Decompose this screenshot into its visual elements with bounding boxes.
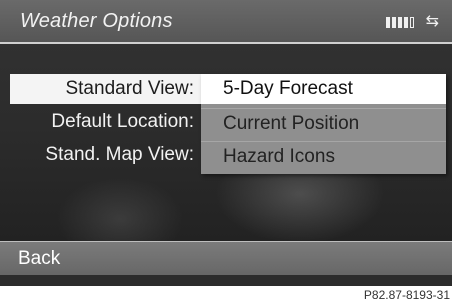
title-bar: Weather Options ⇆	[0, 0, 452, 44]
left-right-arrows-icon: ⇆	[425, 11, 439, 30]
option-current-position[interactable]: Current Position	[201, 108, 446, 138]
standard-map-view-label[interactable]: Stand. Map View:	[45, 144, 194, 166]
page-title: Weather Options	[20, 10, 173, 32]
signal-strength-icon	[386, 17, 414, 28]
options-dropdown: 5-Day Forecast Current Position Hazard I…	[201, 74, 446, 174]
back-button[interactable]: Back	[0, 241, 452, 275]
display-screen: Weather Options ⇆ Standard View: Default…	[0, 0, 452, 286]
standard-view-label[interactable]: Standard View:	[65, 78, 194, 100]
option-hazard-icons[interactable]: Hazard Icons	[201, 141, 446, 171]
figure-reference: P82.87-8193-31	[363, 288, 450, 302]
default-location-label[interactable]: Default Location:	[51, 111, 194, 133]
option-5-day-forecast[interactable]: 5-Day Forecast	[201, 74, 446, 104]
back-label: Back	[18, 248, 61, 269]
